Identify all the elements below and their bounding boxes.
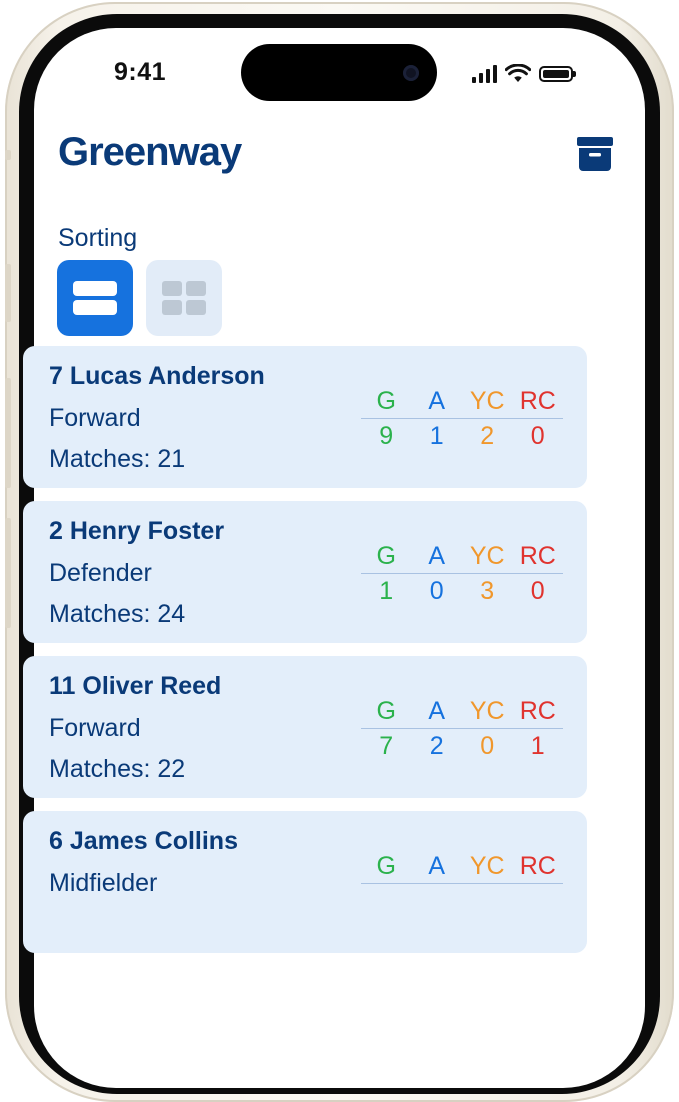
list-view-button[interactable] [57, 260, 133, 336]
player-position: Midfielder [49, 869, 158, 897]
wifi-icon [505, 64, 531, 82]
player-stats: G A YC RC [361, 849, 563, 884]
player-position: Defender [49, 559, 152, 587]
camera-icon [403, 65, 419, 81]
stat-red-cards: 1 [530, 731, 545, 760]
dynamic-island [241, 44, 437, 101]
player-matches: Matches: 22 [49, 755, 186, 783]
player-name: 2 Henry Foster [49, 517, 225, 545]
stat-header-yellow-cards: YC [469, 541, 505, 570]
player-stats: G A YC RC 9 1 2 0 [361, 384, 563, 453]
player-position: Forward [49, 404, 141, 432]
phone-volume-up [5, 264, 11, 322]
stat-red-cards: 0 [530, 421, 545, 450]
stat-goals: 9 [379, 421, 394, 450]
stat-yellow-cards: 3 [480, 576, 495, 605]
player-position: Forward [49, 714, 141, 742]
stat-header-goals: G [376, 851, 396, 880]
player-card[interactable]: 11 Oliver Reed Forward Matches: 22 G A Y… [23, 656, 587, 798]
stat-assists: 2 [429, 731, 444, 760]
status-time: 9:41 [114, 58, 167, 86]
player-card[interactable]: 2 Henry Foster Defender Matches: 24 G A … [23, 501, 587, 643]
stat-goals: 7 [379, 731, 394, 760]
stat-header-yellow-cards: YC [469, 386, 505, 415]
stat-header-red-cards: RC [519, 541, 556, 570]
list-view-icon [73, 281, 117, 315]
stat-header-red-cards: RC [519, 851, 556, 880]
grid-view-icon [162, 281, 206, 315]
battery-icon [539, 66, 576, 82]
stat-header-yellow-cards: YC [469, 851, 505, 880]
stat-yellow-cards: 0 [480, 731, 495, 760]
player-list: 7 Lucas Anderson Forward Matches: 21 G A… [23, 346, 587, 966]
app-title: Greenway [58, 130, 242, 174]
player-name: 7 Lucas Anderson [49, 362, 265, 390]
cellular-signal-icon [472, 65, 497, 83]
stat-header-red-cards: RC [519, 386, 556, 415]
stat-header-assists: A [428, 541, 446, 570]
player-card[interactable]: 6 James Collins Midfielder G A YC RC [23, 811, 587, 953]
stat-yellow-cards: 2 [480, 421, 495, 450]
player-matches: Matches: 24 [49, 600, 186, 628]
stat-assists: 1 [429, 421, 444, 450]
player-matches: Matches: 21 [49, 445, 186, 473]
player-card[interactable]: 7 Lucas Anderson Forward Matches: 21 G A… [23, 346, 587, 488]
stat-assists: 0 [429, 576, 444, 605]
stat-red-cards: 0 [530, 576, 545, 605]
stat-goals: 1 [379, 576, 394, 605]
archive-button[interactable] [577, 136, 613, 172]
player-name: 6 James Collins [49, 827, 238, 855]
stat-header-goals: G [376, 696, 396, 725]
player-stats: G A YC RC 7 2 0 1 [361, 694, 563, 763]
stat-header-assists: A [428, 851, 446, 880]
stat-header-goals: G [376, 386, 396, 415]
phone-volume-down [5, 378, 11, 488]
stat-header-assists: A [428, 386, 446, 415]
stat-header-red-cards: RC [519, 696, 556, 725]
phone-side-button [5, 150, 11, 160]
stat-header-assists: A [428, 696, 446, 725]
archive-box-icon [577, 137, 613, 171]
stat-header-yellow-cards: YC [469, 696, 505, 725]
sorting-label: Sorting [58, 224, 138, 252]
player-name: 11 Oliver Reed [49, 672, 222, 700]
grid-view-button[interactable] [146, 260, 222, 336]
stat-header-goals: G [376, 541, 396, 570]
player-stats: G A YC RC 1 0 3 0 [361, 539, 563, 608]
status-icons [472, 62, 576, 86]
phone-side-button-lower [5, 518, 11, 628]
